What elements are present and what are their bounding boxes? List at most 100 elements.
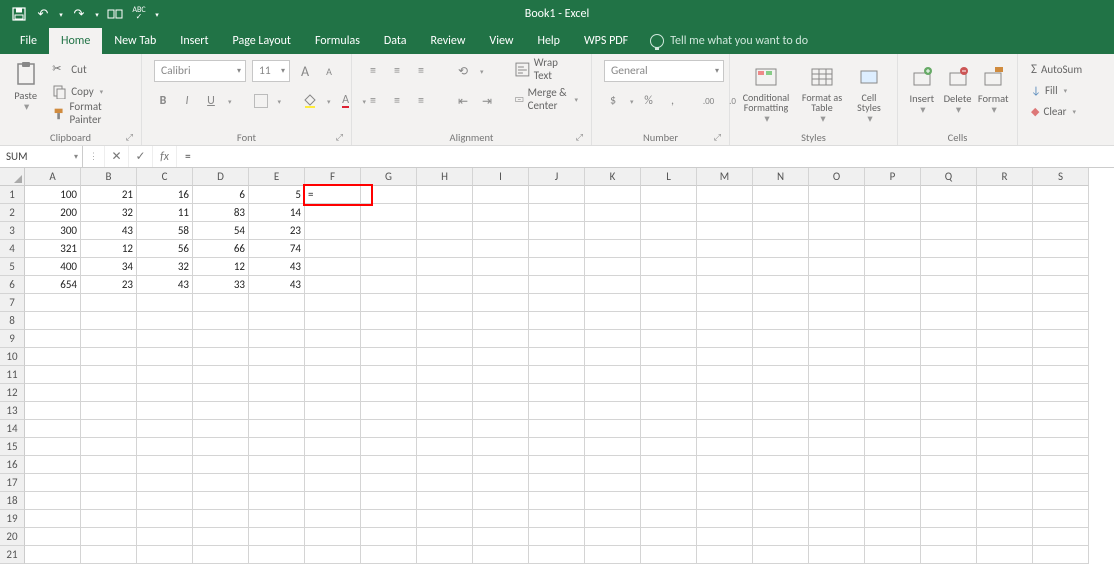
cell[interactable] [193, 528, 249, 546]
cell[interactable]: 32 [137, 258, 193, 276]
cell[interactable] [697, 510, 753, 528]
cell[interactable] [1033, 384, 1089, 402]
cell[interactable] [921, 348, 977, 366]
cell[interactable] [753, 240, 809, 258]
column-header[interactable]: B [81, 168, 137, 186]
cell[interactable]: 32 [81, 204, 137, 222]
cell[interactable] [137, 474, 193, 492]
cell[interactable] [809, 258, 865, 276]
cell[interactable] [81, 384, 137, 402]
cell[interactable] [193, 402, 249, 420]
cell[interactable] [585, 492, 641, 510]
cell[interactable] [361, 402, 417, 420]
cell[interactable] [585, 474, 641, 492]
cell[interactable] [25, 384, 81, 402]
cell[interactable] [25, 420, 81, 438]
cell[interactable] [81, 402, 137, 420]
cell[interactable] [1033, 348, 1089, 366]
cell[interactable] [249, 456, 305, 474]
cell[interactable] [529, 312, 585, 330]
cell[interactable] [361, 366, 417, 384]
align-middle-icon[interactable]: ≡ [388, 62, 406, 80]
cell[interactable] [809, 240, 865, 258]
comma-icon[interactable]: , [664, 92, 682, 110]
cell[interactable] [249, 510, 305, 528]
cell[interactable] [81, 456, 137, 474]
cell[interactable] [921, 402, 977, 420]
cell[interactable] [473, 222, 529, 240]
cell[interactable] [361, 456, 417, 474]
cell[interactable] [81, 438, 137, 456]
cell[interactable] [417, 528, 473, 546]
column-header[interactable]: K [585, 168, 641, 186]
cell[interactable] [641, 276, 697, 294]
cell[interactable] [529, 366, 585, 384]
tab-file[interactable]: File [8, 28, 49, 54]
cell[interactable] [1033, 528, 1089, 546]
cell[interactable]: 43 [249, 258, 305, 276]
cell[interactable]: 58 [137, 222, 193, 240]
cell[interactable] [921, 474, 977, 492]
cell[interactable] [585, 186, 641, 204]
cell[interactable] [753, 330, 809, 348]
cell[interactable] [305, 546, 361, 564]
orientation-dropdown[interactable]: ▾ [480, 67, 484, 76]
cell[interactable] [473, 492, 529, 510]
cell[interactable] [977, 330, 1033, 348]
cell[interactable] [753, 294, 809, 312]
cell[interactable]: 21 [81, 186, 137, 204]
cell[interactable] [249, 402, 305, 420]
row-header[interactable]: 3 [0, 222, 25, 240]
cell[interactable]: 23 [81, 276, 137, 294]
cell[interactable] [865, 546, 921, 564]
cell[interactable] [249, 294, 305, 312]
cell[interactable] [697, 438, 753, 456]
cell[interactable] [977, 312, 1033, 330]
cell[interactable] [641, 492, 697, 510]
cell[interactable] [193, 384, 249, 402]
cell[interactable] [417, 402, 473, 420]
fill-color-dropdown[interactable]: ▾ [327, 97, 331, 106]
cell[interactable] [81, 528, 137, 546]
cell[interactable] [473, 330, 529, 348]
orientation-icon[interactable]: ⟲ [454, 62, 472, 80]
cell[interactable] [25, 348, 81, 366]
cell[interactable] [137, 348, 193, 366]
cell[interactable] [921, 456, 977, 474]
name-box[interactable]: SUM [0, 146, 83, 167]
cell[interactable] [417, 294, 473, 312]
cell[interactable] [305, 438, 361, 456]
cell[interactable] [25, 492, 81, 510]
cell[interactable] [137, 492, 193, 510]
cell[interactable] [249, 438, 305, 456]
cell[interactable] [809, 402, 865, 420]
cell[interactable] [809, 456, 865, 474]
cell[interactable] [305, 366, 361, 384]
cell[interactable] [865, 420, 921, 438]
cell[interactable] [137, 438, 193, 456]
cell[interactable] [81, 366, 137, 384]
cell[interactable] [473, 258, 529, 276]
cell[interactable] [1033, 366, 1089, 384]
cell[interactable] [641, 438, 697, 456]
tell-me-input[interactable]: Tell me what you want to do [670, 34, 808, 48]
cell[interactable] [137, 528, 193, 546]
cell[interactable] [585, 204, 641, 222]
cell[interactable] [137, 546, 193, 564]
cell[interactable] [529, 456, 585, 474]
cell[interactable] [361, 528, 417, 546]
font-launcher-icon[interactable]: ⤢ [336, 132, 343, 143]
cell[interactable] [417, 276, 473, 294]
cell[interactable] [585, 222, 641, 240]
cell[interactable] [921, 222, 977, 240]
cell[interactable] [193, 312, 249, 330]
column-header[interactable]: P [865, 168, 921, 186]
cell[interactable] [641, 402, 697, 420]
cell[interactable] [137, 312, 193, 330]
cell[interactable] [809, 546, 865, 564]
cell[interactable] [809, 366, 865, 384]
cell[interactable] [697, 294, 753, 312]
cell[interactable] [1033, 294, 1089, 312]
cell[interactable] [977, 420, 1033, 438]
cell[interactable] [529, 330, 585, 348]
